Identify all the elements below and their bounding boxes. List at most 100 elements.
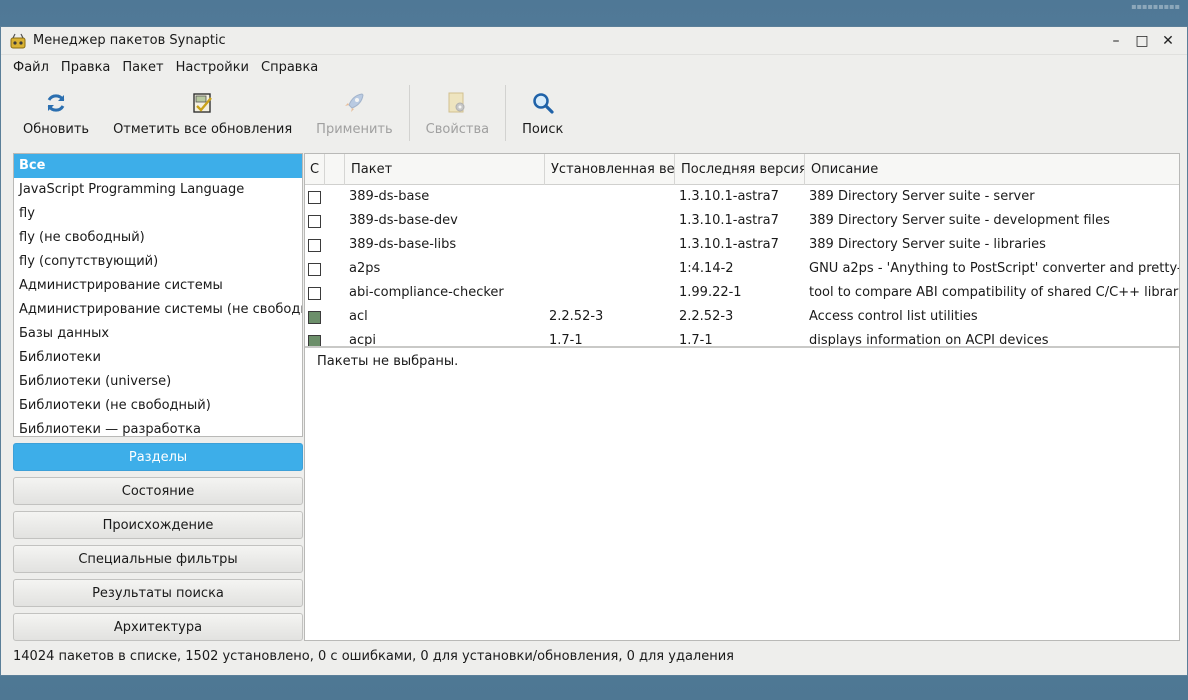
package-name: a2ps xyxy=(349,261,381,276)
architecture-filter-button[interactable]: Архитектура xyxy=(13,613,303,641)
main-content: Все JavaScript Programming Language fly … xyxy=(13,153,1181,641)
section-item[interactable]: JavaScript Programming Language xyxy=(14,178,302,202)
package-checkbox[interactable] xyxy=(308,262,321,276)
latest-version: 1.3.10.1-astra7 xyxy=(679,189,779,204)
filter-buttons: Разделы Состояние Происхождение Специаль… xyxy=(13,443,303,647)
menu-help[interactable]: Справка xyxy=(255,55,324,81)
installed-version xyxy=(545,209,675,233)
installed-version xyxy=(545,185,675,209)
latest-version: 1.3.10.1-astra7 xyxy=(679,237,779,252)
latest-version: 1.99.22-1 xyxy=(679,285,742,300)
desktop-watermark: ▪▪▪▪▪▪▪▪▪ xyxy=(1131,2,1180,11)
properties-button[interactable]: Свойства xyxy=(414,83,502,143)
toolbar-separator xyxy=(505,85,507,141)
window-title: Менеджер пакетов Synaptic xyxy=(33,33,226,48)
section-item[interactable]: Библиотеки (не свободный) xyxy=(14,394,302,418)
toolbar-separator xyxy=(408,85,410,141)
section-item[interactable]: Библиотеки — разработка xyxy=(14,418,302,436)
installed-version xyxy=(545,281,675,305)
menu-package[interactable]: Пакет xyxy=(116,55,169,81)
menu-bar: Файл Правка Пакет Настройки Справка xyxy=(1,55,1187,81)
package-description: 389 Directory Server suite - server xyxy=(809,189,1035,204)
package-checkbox[interactable] xyxy=(308,214,321,228)
latest-version: 2.2.52-3 xyxy=(679,309,734,324)
section-item[interactable]: Базы данных xyxy=(14,322,302,346)
installed-version: 1.7-1 xyxy=(549,333,583,348)
section-item[interactable]: Администрирование системы (не свободный) xyxy=(14,298,302,322)
table-header: С Пакет Установленная версия Последняя в… xyxy=(305,154,1179,185)
synaptic-app-icon xyxy=(9,32,27,50)
reload-button[interactable]: Обновить xyxy=(11,83,101,143)
menu-edit[interactable]: Правка xyxy=(55,55,116,81)
package-description: Access control list utilities xyxy=(809,309,978,324)
package-checkbox[interactable] xyxy=(308,286,321,300)
column-package[interactable]: Пакет xyxy=(345,154,545,185)
close-icon[interactable]: ✕ xyxy=(1157,31,1179,51)
latest-version: 1.3.10.1-astra7 xyxy=(679,213,779,228)
minimize-icon[interactable]: – xyxy=(1105,31,1127,51)
table-row[interactable]: acpi 1.7-1 1.7-1 displays information on… xyxy=(305,329,1179,348)
package-checkbox[interactable] xyxy=(308,190,321,204)
rocket-icon xyxy=(341,90,367,116)
search-results-button[interactable]: Результаты поиска xyxy=(13,579,303,607)
package-name: acpi xyxy=(349,333,376,348)
package-checkbox-installed[interactable] xyxy=(308,310,321,324)
package-name: 389-ds-base xyxy=(349,189,430,204)
search-icon xyxy=(530,90,556,116)
custom-filter-button[interactable]: Специальные фильтры xyxy=(13,545,303,573)
table-row[interactable]: abi-compliance-checker 1.99.22-1 tool to… xyxy=(305,281,1179,305)
package-details-panel: Пакеты не выбраны. xyxy=(317,354,459,369)
package-name: 389-ds-base-libs xyxy=(349,237,457,252)
package-area: С Пакет Установленная версия Последняя в… xyxy=(304,153,1180,641)
package-checkbox-installed[interactable] xyxy=(308,334,321,346)
package-description: tool to compare ABI compatibility of sha… xyxy=(809,285,1179,300)
table-row[interactable]: 389-ds-base-dev 1.3.10.1-astra7 389 Dire… xyxy=(305,209,1179,233)
installed-version xyxy=(545,257,675,281)
installed-version: 2.2.52-3 xyxy=(549,309,604,324)
status-filter-button[interactable]: Состояние xyxy=(13,477,303,505)
toolbar: Обновить Отметить все обновления Примени… xyxy=(1,81,1187,145)
table-row[interactable]: 389-ds-base 1.3.10.1-astra7 389 Director… xyxy=(305,185,1179,209)
menu-file[interactable]: Файл xyxy=(7,55,55,81)
installed-version xyxy=(545,233,675,257)
synaptic-window: Менеджер пакетов Synaptic – □ ✕ Файл Пра… xyxy=(0,26,1188,676)
package-description: 389 Directory Server suite - libraries xyxy=(809,237,1046,252)
column-support[interactable] xyxy=(325,154,345,185)
section-item[interactable]: Администрирование системы xyxy=(14,274,302,298)
package-name: abi-compliance-checker xyxy=(349,285,504,300)
table-row[interactable]: a2ps 1:4.14-2 GNU a2ps - 'Anything to Po… xyxy=(305,257,1179,281)
mark-upgrades-icon xyxy=(190,90,216,116)
column-installed-version[interactable]: Установленная версия xyxy=(545,154,675,185)
section-item[interactable]: fly (сопутствующий) xyxy=(14,250,302,274)
menu-settings[interactable]: Настройки xyxy=(170,55,255,81)
apply-button[interactable]: Применить xyxy=(304,83,404,143)
section-item[interactable]: fly (не свободный) xyxy=(14,226,302,250)
package-name: acl xyxy=(349,309,368,324)
package-description: displays information on ACPI devices xyxy=(809,333,1049,348)
title-bar: Менеджер пакетов Synaptic – □ ✕ xyxy=(1,27,1187,55)
section-item[interactable]: Библиотеки (universe) xyxy=(14,370,302,394)
section-item[interactable]: Все xyxy=(14,154,302,178)
status-bar: 14024 пакетов в списке, 1502 установлено… xyxy=(13,649,734,664)
column-status[interactable]: С xyxy=(305,154,325,185)
package-table: С Пакет Установленная версия Последняя в… xyxy=(305,154,1179,348)
maximize-icon[interactable]: □ xyxy=(1131,31,1153,51)
table-row[interactable]: 389-ds-base-libs 1.3.10.1-astra7 389 Dir… xyxy=(305,233,1179,257)
origin-filter-button[interactable]: Происхождение xyxy=(13,511,303,539)
package-checkbox[interactable] xyxy=(308,238,321,252)
column-description[interactable]: Описание xyxy=(805,154,1179,185)
section-item[interactable]: fly xyxy=(14,202,302,226)
column-latest-version[interactable]: Последняя версия xyxy=(675,154,805,185)
mark-all-upgrades-button[interactable]: Отметить все обновления xyxy=(101,83,304,143)
latest-version: 1.7-1 xyxy=(679,333,713,348)
package-description: GNU a2ps - 'Anything to PostScript' conv… xyxy=(809,261,1179,276)
properties-icon xyxy=(444,90,470,116)
section-item[interactable]: Библиотеки xyxy=(14,346,302,370)
table-row[interactable]: acl 2.2.52-3 2.2.52-3 Access control lis… xyxy=(305,305,1179,329)
reload-icon xyxy=(43,90,69,116)
sections-list: Все JavaScript Programming Language fly … xyxy=(13,153,303,437)
sections-filter-button[interactable]: Разделы xyxy=(13,443,303,471)
latest-version: 1:4.14-2 xyxy=(679,261,734,276)
package-name: 389-ds-base-dev xyxy=(349,213,458,228)
search-button[interactable]: Поиск xyxy=(510,83,575,143)
